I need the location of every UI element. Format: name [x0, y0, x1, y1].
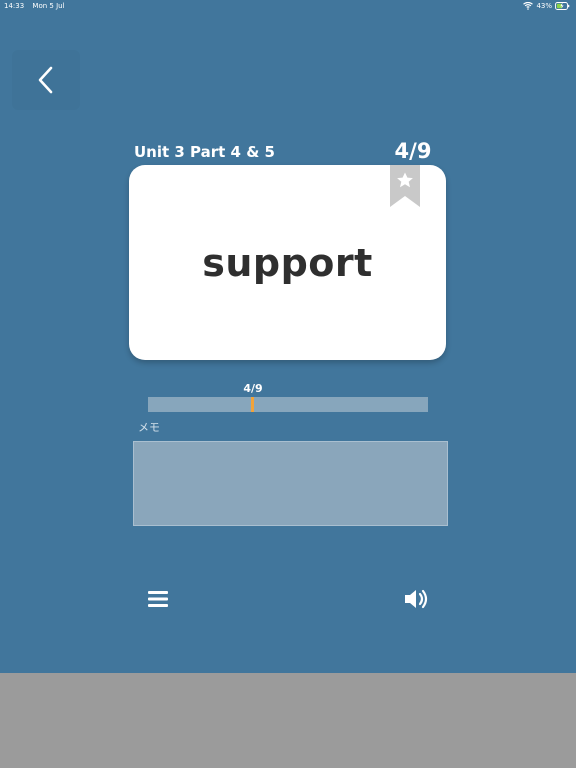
battery-charging-icon [555, 2, 570, 10]
unit-title: Unit 3 Part 4 & 5 [134, 143, 275, 161]
status-right: 43% [523, 0, 570, 12]
status-bar: 14:33 Mon 5 Jul 43% [0, 0, 576, 12]
progress-marker[interactable] [251, 397, 254, 412]
memo-field[interactable] [133, 441, 448, 526]
back-button[interactable] [12, 50, 80, 110]
status-time: 14:33 [4, 2, 25, 10]
bottom-area [0, 673, 576, 768]
progress-track[interactable] [148, 397, 428, 412]
menu-button[interactable] [144, 585, 172, 613]
battery-percent: 43% [536, 2, 552, 10]
progress-label: 4/9 [243, 382, 263, 395]
star-bookmark-icon[interactable] [390, 165, 420, 207]
memo-label: メモ [138, 421, 160, 434]
flashcard[interactable]: support [129, 165, 446, 360]
menu-icon [148, 591, 168, 607]
card-word: support [202, 241, 373, 285]
wifi-icon [523, 2, 534, 10]
status-left: 14:33 Mon 5 Jul [4, 0, 65, 12]
screen: 14:33 Mon 5 Jul 43% Unit 3 Part 4 & 5 4/… [0, 0, 576, 768]
chevron-left-icon [38, 66, 53, 94]
status-date: Mon 5 Jul [32, 2, 65, 10]
card-count: 4/9 [394, 139, 432, 163]
flashcard-screen: 14:33 Mon 5 Jul 43% Unit 3 Part 4 & 5 4/… [0, 0, 576, 673]
speaker-icon [405, 589, 428, 609]
sound-button[interactable] [402, 586, 432, 612]
